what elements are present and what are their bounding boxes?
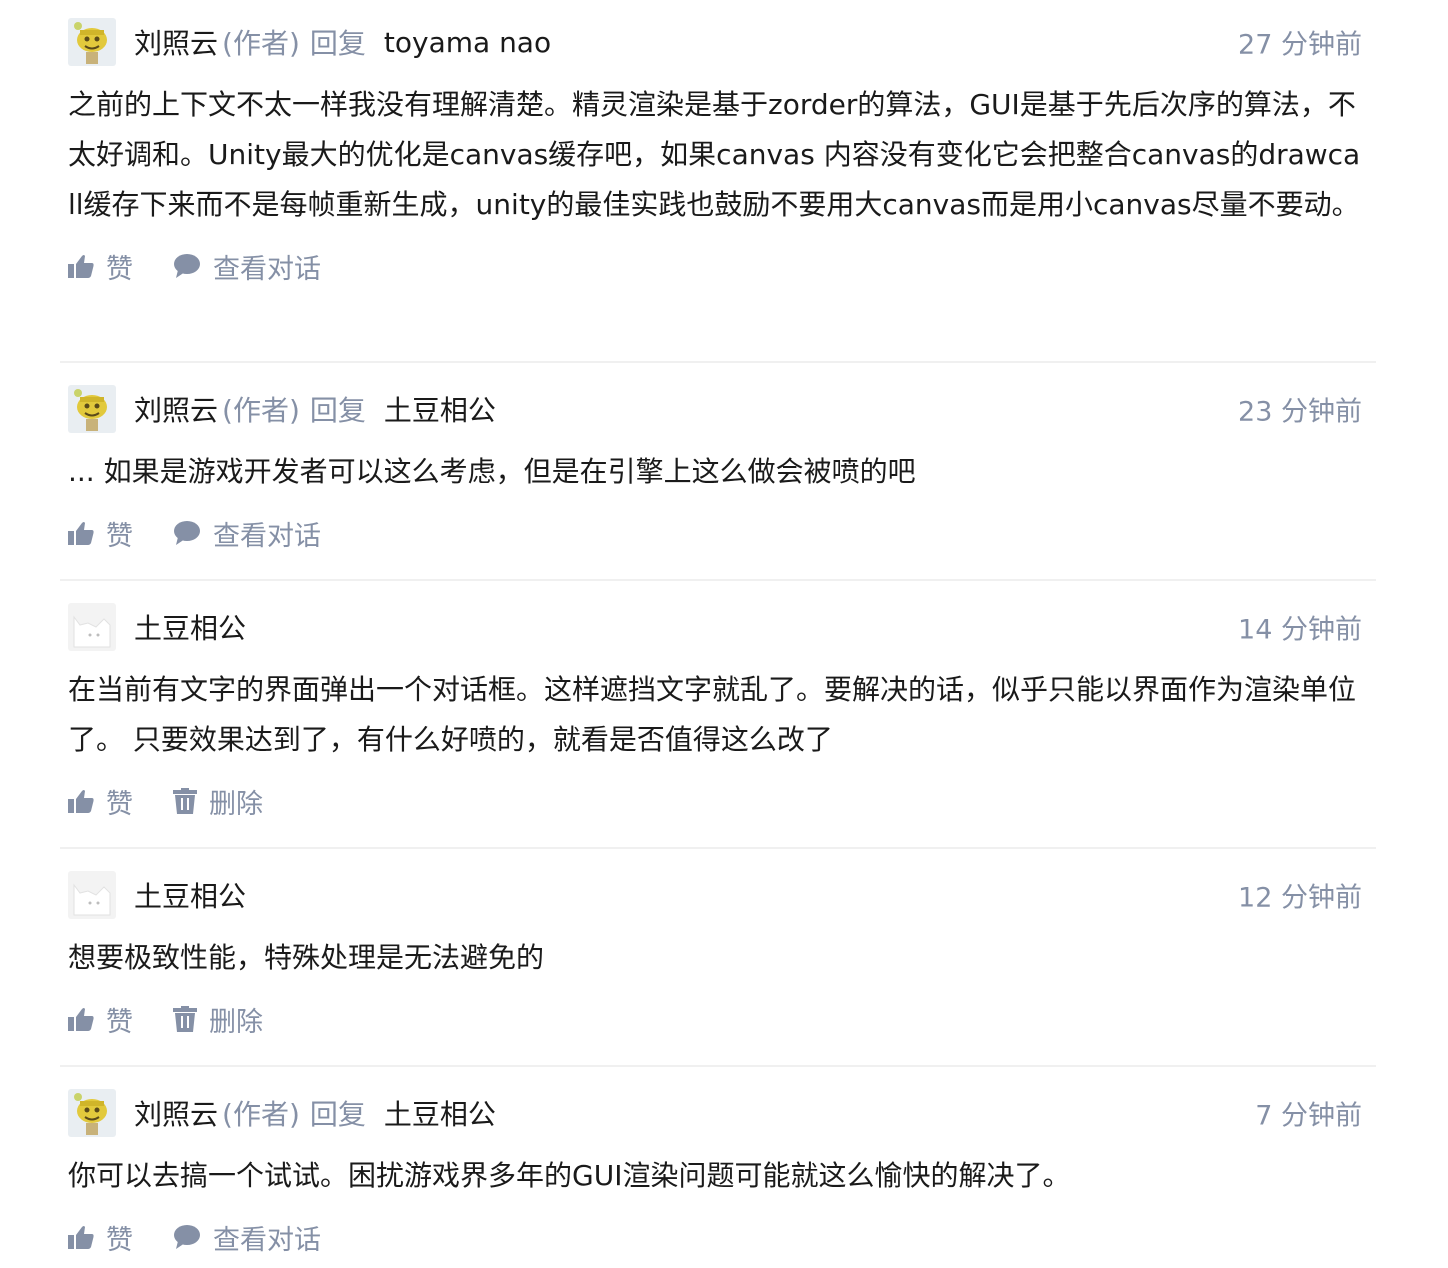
comment-item: 刘照云 (作者) 回复 toyama nao 27 分钟前 之前的上下文不太一样…	[60, 0, 1376, 363]
trash-icon	[173, 788, 197, 814]
comment-header: 刘照云 (作者) 回复 土豆相公 23 分钟前	[68, 385, 1362, 433]
author-tag: (作者)	[222, 394, 300, 427]
avatar-placeholder-icon	[68, 871, 116, 919]
chat-bubble-icon	[174, 521, 200, 545]
comment-time: 7 分钟前	[1255, 1100, 1362, 1132]
comment-actions: 赞 查看对话	[68, 240, 1362, 292]
comment-time: 12 分钟前	[1238, 882, 1362, 914]
comment-header: 刘照云 (作者) 回复 toyama nao 27 分钟前	[68, 18, 1362, 66]
comment-text: 在当前有文字的界面弹出一个对话框。这样遮挡文字就乱了。要解决的话，似乎只能以界面…	[68, 673, 1357, 756]
comment-text: 你可以去搞一个试试。困扰游戏界多年的GUI渲染问题可能就这么愉快的解决了。	[68, 1159, 1071, 1192]
author-name[interactable]: 刘照云	[134, 389, 218, 429]
thumbs-up-icon	[68, 1226, 94, 1249]
comment-item: 刘照云 (作者) 回复 土豆相公 7 分钟前 你可以去搞一个试试。困扰游戏界多年…	[60, 1067, 1376, 1267]
comment-time: 23 分钟前	[1238, 396, 1362, 428]
comment-item: 土豆相公 12 分钟前 想要极致性能，特殊处理是无法避免的 赞 删除	[60, 849, 1376, 1067]
comment-text: 之前的上下文不太一样我没有理解清楚。精灵渲染是基于zorder的算法，GUI是基…	[68, 88, 1361, 221]
like-label: 赞	[106, 253, 133, 285]
avatar[interactable]	[68, 18, 116, 66]
avatar-cartoon-icon	[68, 1089, 116, 1137]
reply-target-name[interactable]: toyama nao	[384, 26, 551, 59]
trash-icon	[173, 1006, 197, 1032]
reply-label: 回复	[309, 394, 366, 427]
author-tag: (作者)	[222, 1098, 300, 1131]
view-conversation-button[interactable]: 查看对话	[173, 1218, 321, 1257]
like-label: 赞	[106, 520, 133, 552]
comment-header: 刘照云 (作者) 回复 土豆相公 7 分钟前	[68, 1089, 1362, 1137]
author-name[interactable]: 刘照云	[134, 22, 218, 62]
like-button[interactable]: 赞	[68, 782, 133, 821]
view-conversation-button[interactable]: 查看对话	[173, 514, 321, 553]
thumbs-up-icon	[68, 1008, 94, 1031]
author-name[interactable]: 刘照云	[134, 1093, 218, 1133]
author-tag: (作者)	[222, 27, 300, 60]
like-button[interactable]: 赞	[68, 1000, 133, 1039]
comment-text: ... 如果是游戏开发者可以这么考虑，但是在引擎上这么做会被喷的吧	[68, 455, 916, 488]
thumbs-up-icon	[68, 255, 94, 278]
delete-label: 删除	[209, 788, 263, 820]
view-conversation-label: 查看对话	[213, 520, 321, 552]
avatar[interactable]	[68, 871, 116, 919]
author-name[interactable]: 土豆相公	[134, 607, 246, 647]
avatar[interactable]	[68, 1089, 116, 1137]
avatar-cartoon-icon	[68, 18, 116, 66]
delete-button[interactable]: 删除	[173, 1000, 263, 1039]
comment-header: 土豆相公 12 分钟前	[68, 871, 1362, 919]
comment-actions: 赞 删除	[68, 775, 1362, 827]
avatar-cartoon-icon	[68, 385, 116, 433]
like-button[interactable]: 赞	[68, 1218, 133, 1257]
comment-actions: 赞 删除	[68, 993, 1362, 1045]
chat-bubble-icon	[174, 1225, 200, 1249]
avatar-placeholder-icon	[68, 603, 116, 651]
like-label: 赞	[106, 1006, 133, 1038]
chat-bubble-icon	[174, 254, 200, 278]
view-conversation-button[interactable]: 查看对话	[173, 247, 321, 286]
author-name[interactable]: 土豆相公	[134, 875, 246, 915]
avatar[interactable]	[68, 603, 116, 651]
comment-time: 14 分钟前	[1238, 614, 1362, 646]
thumbs-up-icon	[68, 790, 94, 813]
view-conversation-label: 查看对话	[213, 253, 321, 285]
comment-item: 刘照云 (作者) 回复 土豆相公 23 分钟前 ... 如果是游戏开发者可以这么…	[60, 363, 1376, 581]
comment-header: 土豆相公 14 分钟前	[68, 603, 1362, 651]
view-conversation-label: 查看对话	[213, 1224, 321, 1256]
comment-list: 刘照云 (作者) 回复 toyama nao 27 分钟前 之前的上下文不太一样…	[0, 0, 1448, 1267]
reply-label: 回复	[309, 27, 366, 60]
comment-actions: 赞 查看对话	[68, 1211, 1362, 1263]
comment-text: 想要极致性能，特殊处理是无法避免的	[68, 941, 545, 974]
like-button[interactable]: 赞	[68, 247, 133, 286]
comment-time: 27 分钟前	[1238, 29, 1362, 61]
like-button[interactable]: 赞	[68, 514, 133, 553]
thumbs-up-icon	[68, 522, 94, 545]
comment-actions: 赞 查看对话	[68, 507, 1362, 559]
avatar[interactable]	[68, 385, 116, 433]
like-label: 赞	[106, 1224, 133, 1256]
delete-label: 删除	[209, 1006, 263, 1038]
delete-button[interactable]: 删除	[173, 782, 263, 821]
like-label: 赞	[106, 788, 133, 820]
reply-target-name[interactable]: 土豆相公	[384, 1093, 496, 1133]
reply-target-name[interactable]: 土豆相公	[384, 389, 496, 429]
reply-label: 回复	[309, 1098, 366, 1131]
comment-item: 土豆相公 14 分钟前 在当前有文字的界面弹出一个对话框。这样遮挡文字就乱了。要…	[60, 581, 1376, 849]
